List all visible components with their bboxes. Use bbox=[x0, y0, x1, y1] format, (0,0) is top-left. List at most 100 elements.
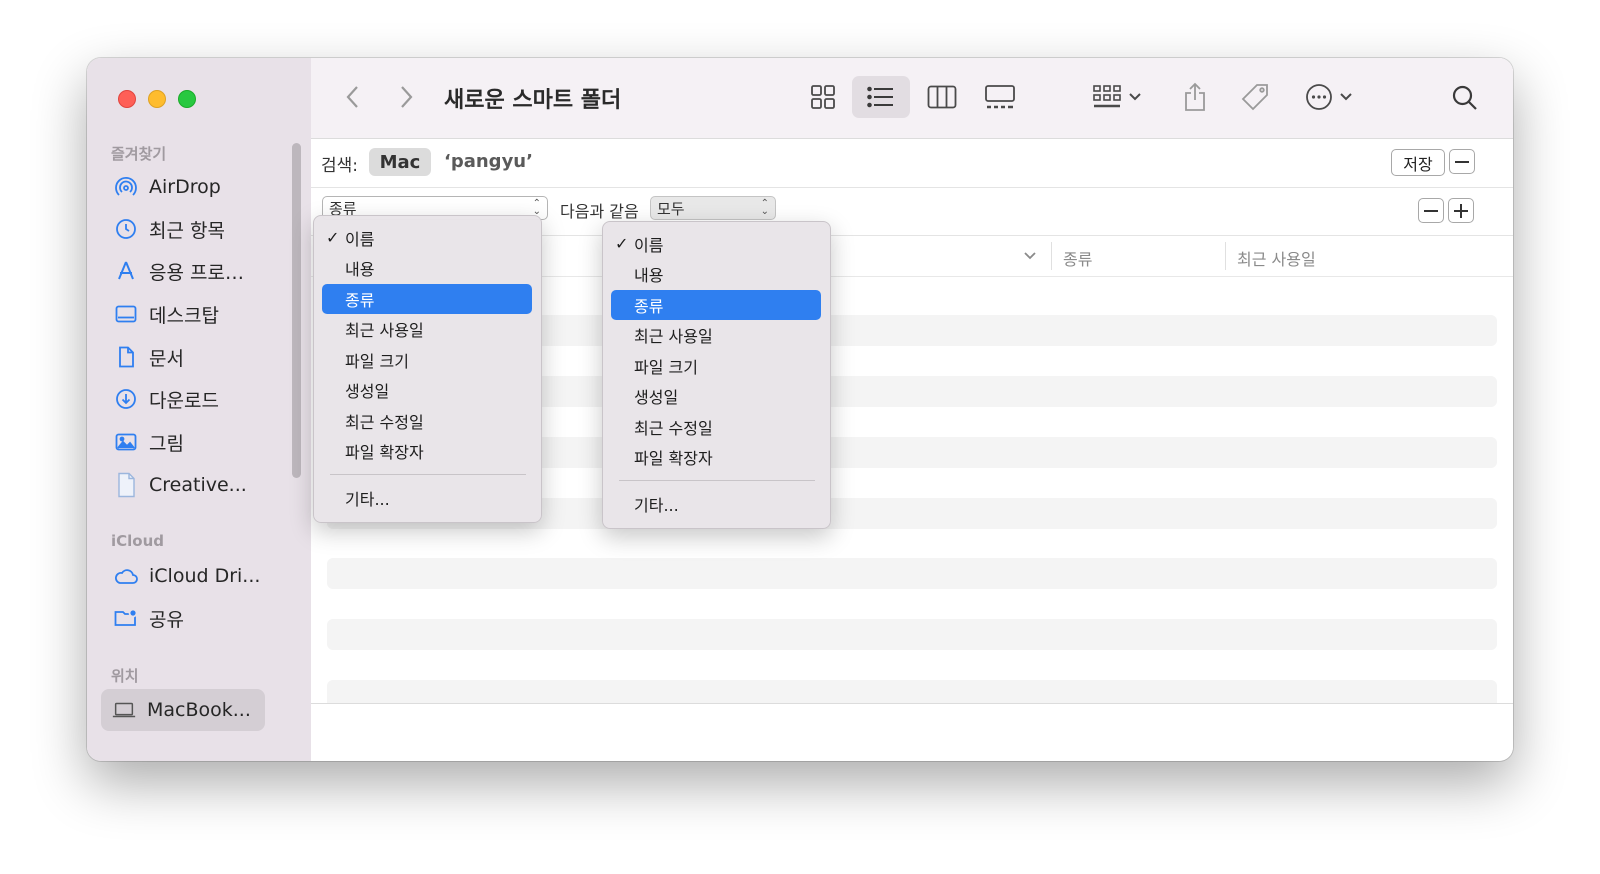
menu-item-kind[interactable]: 종류 bbox=[322, 284, 532, 314]
menu-item-label: 종류 bbox=[345, 291, 375, 310]
sidebar-item-recents[interactable]: 최근 항목 bbox=[103, 210, 270, 248]
sidebar-item-label: 응용 프로… bbox=[149, 261, 244, 284]
menu-item-label: 파일 확장자 bbox=[345, 443, 424, 462]
sidebar-item-label: 최근 항목 bbox=[149, 219, 225, 242]
menu-item-file-size[interactable]: 파일 크기 bbox=[322, 345, 532, 375]
minus-icon bbox=[1455, 160, 1469, 163]
tag-button[interactable] bbox=[1234, 76, 1276, 118]
sidebar-item-applications[interactable]: 응용 프로… bbox=[103, 252, 270, 290]
menu-item-modified[interactable]: 최근 수정일 bbox=[611, 412, 821, 442]
forward-button[interactable] bbox=[389, 80, 423, 114]
menu-item-extension[interactable]: 파일 확장자 bbox=[322, 436, 532, 466]
sort-chevron-down-icon[interactable] bbox=[1023, 251, 1037, 261]
grid-icon bbox=[811, 85, 835, 109]
chevron-right-icon bbox=[401, 86, 413, 108]
laptop-icon bbox=[111, 697, 137, 723]
menu-item-extension[interactable]: 파일 확장자 bbox=[611, 442, 821, 472]
chevron-down-icon bbox=[1129, 93, 1141, 101]
tag-icon bbox=[1241, 84, 1268, 111]
sidebar-section-locations: 위치 bbox=[111, 667, 139, 685]
airdrop-icon bbox=[113, 174, 139, 200]
column-view-button[interactable] bbox=[920, 76, 964, 118]
sidebar-item-icloud-drive[interactable]: iCloud Dri... bbox=[103, 557, 270, 595]
menu-item-modified[interactable]: 최근 수정일 bbox=[322, 406, 532, 436]
sidebar: 즐겨찾기 AirDrop 최근 항목 응용 프로… 데스크탑 문서 다운로드 그… bbox=[87, 58, 312, 761]
sidebar-item-label: 다운로드 bbox=[149, 389, 219, 412]
menu-item-contents[interactable]: 내용 bbox=[322, 253, 532, 283]
menu-item-label: 기타... bbox=[634, 496, 679, 515]
share-button[interactable] bbox=[1175, 76, 1215, 118]
remove-search-button[interactable] bbox=[1449, 149, 1475, 174]
operator-label: 다음과 같음 bbox=[560, 202, 639, 221]
status-divider bbox=[311, 703, 1513, 704]
sidebar-item-documents[interactable]: 문서 bbox=[103, 338, 270, 376]
group-by-button[interactable] bbox=[1086, 76, 1148, 118]
chevron-left-icon bbox=[346, 86, 358, 108]
shared-folder-icon bbox=[113, 605, 139, 631]
menu-item-name[interactable]: ✓ 이름 bbox=[611, 229, 821, 259]
sidebar-item-label: MacBook... bbox=[147, 699, 251, 721]
sidebar-item-shared[interactable]: 공유 bbox=[103, 599, 270, 637]
pictures-icon bbox=[113, 429, 139, 455]
sidebar-item-label: 데스크탑 bbox=[149, 304, 219, 327]
sidebar-item-label: 문서 bbox=[149, 347, 184, 370]
column-kind[interactable]: 종류 bbox=[1063, 246, 1092, 270]
file-icon bbox=[113, 472, 139, 498]
menu-item-last-opened[interactable]: 최근 사용일 bbox=[322, 314, 532, 344]
close-window-button[interactable] bbox=[118, 90, 136, 108]
more-actions-button[interactable] bbox=[1296, 76, 1362, 118]
cloud-icon bbox=[113, 563, 139, 589]
menu-separator bbox=[619, 480, 815, 481]
menu-item-file-size[interactable]: 파일 크기 bbox=[611, 351, 821, 381]
icon-view-button[interactable] bbox=[801, 76, 845, 118]
menu-item-contents[interactable]: 내용 bbox=[611, 259, 821, 289]
menu-item-kind[interactable]: 종류 bbox=[611, 290, 821, 320]
sidebar-item-pictures[interactable]: 그림 bbox=[103, 423, 270, 461]
scope-mac-button[interactable]: Mac bbox=[369, 148, 431, 176]
finder-window: 즐겨찾기 AirDrop 최근 항목 응용 프로… 데스크탑 문서 다운로드 그… bbox=[87, 58, 1513, 761]
sidebar-item-downloads[interactable]: 다운로드 bbox=[103, 380, 270, 418]
menu-item-other[interactable]: 기타... bbox=[611, 489, 821, 519]
list-view-button[interactable] bbox=[852, 76, 910, 118]
sidebar-item-creative[interactable]: Creative... bbox=[103, 466, 270, 504]
column-last-opened[interactable]: 최근 사용일 bbox=[1237, 246, 1316, 270]
menu-item-label: 이름 bbox=[634, 236, 664, 255]
sidebar-item-label: Creative... bbox=[149, 474, 247, 496]
group-grid-icon bbox=[1093, 85, 1121, 108]
menu-item-last-opened[interactable]: 최근 사용일 bbox=[611, 320, 821, 350]
plus-icon bbox=[1454, 203, 1468, 218]
desktop-icon bbox=[113, 301, 139, 327]
search-term-scope[interactable]: ‘pangyu’ bbox=[444, 151, 533, 172]
list-icon bbox=[867, 86, 893, 108]
value-popup[interactable]: 모두 ⌃ ⌄ bbox=[650, 196, 776, 220]
remove-criteria-button[interactable] bbox=[1418, 198, 1444, 223]
back-button[interactable] bbox=[336, 80, 370, 114]
sidebar-item-macbook[interactable]: MacBook... bbox=[101, 689, 265, 731]
sidebar-scrollbar[interactable] bbox=[292, 143, 301, 478]
menu-item-name[interactable]: ✓ 이름 bbox=[322, 223, 532, 253]
value-menu: ✓ 이름 내용 종류 최근 사용일 파일 크기 생성일 최근 수정일 파일 확장… bbox=[602, 221, 831, 529]
menu-item-label: 이름 bbox=[345, 230, 375, 249]
save-search-button[interactable]: 저장 bbox=[1391, 149, 1445, 176]
sidebar-item-desktop[interactable]: 데스크탑 bbox=[103, 295, 270, 333]
value-popup-value: 모두 bbox=[657, 199, 685, 218]
minimize-window-button[interactable] bbox=[148, 90, 166, 108]
sidebar-item-label: AirDrop bbox=[149, 176, 221, 198]
menu-item-other[interactable]: 기타... bbox=[322, 483, 532, 513]
applications-icon bbox=[113, 258, 139, 284]
sidebar-item-airdrop[interactable]: AirDrop bbox=[103, 168, 270, 206]
sidebar-item-label: 그림 bbox=[149, 432, 184, 455]
columns-icon bbox=[927, 85, 957, 109]
menu-item-created[interactable]: 생성일 bbox=[611, 381, 821, 411]
add-criteria-button[interactable] bbox=[1448, 198, 1474, 223]
zoom-window-button[interactable] bbox=[178, 90, 196, 108]
menu-separator bbox=[330, 474, 526, 475]
column-separator bbox=[1225, 242, 1226, 270]
gallery-view-button[interactable] bbox=[976, 76, 1024, 118]
checkmark-icon: ✓ bbox=[326, 228, 340, 247]
menu-item-created[interactable]: 생성일 bbox=[322, 375, 532, 405]
toolbar: 새로운 스마트 폴더 bbox=[311, 58, 1513, 139]
sidebar-item-label: 공유 bbox=[149, 608, 184, 631]
menu-item-label: 파일 확장자 bbox=[634, 449, 713, 468]
search-button[interactable] bbox=[1445, 78, 1485, 118]
